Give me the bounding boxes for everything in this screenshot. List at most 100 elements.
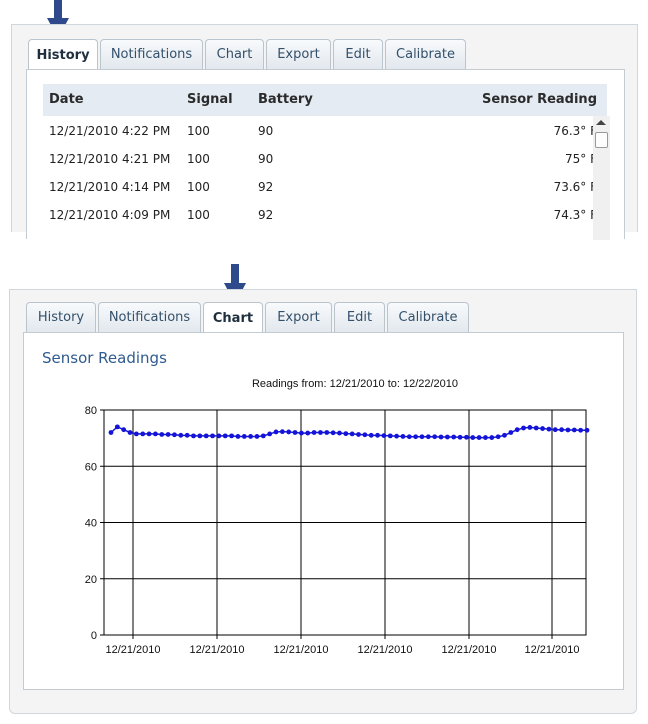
data-point xyxy=(400,434,406,439)
data-point xyxy=(457,434,463,440)
data-point xyxy=(343,431,349,437)
cell-sensor-reading: 73.6° F xyxy=(553,180,597,194)
data-point xyxy=(133,431,139,437)
data-point xyxy=(476,435,482,440)
x-tick-label: 12/21/2010 xyxy=(189,644,244,656)
data-point xyxy=(559,427,565,433)
data-point xyxy=(324,430,330,435)
chart-title: Readings from: 12/21/2010 to: 12/22/2010 xyxy=(252,378,458,390)
tab-bar: History Notifications Chart Export Edit … xyxy=(26,302,469,333)
history-content: Date Signal Battery Sensor Reading 12/21… xyxy=(26,69,625,240)
column-header-sensor-reading[interactable]: Sensor Reading xyxy=(482,92,597,107)
data-point xyxy=(235,434,241,439)
scroll-thumb[interactable] xyxy=(595,132,608,148)
tab-edit[interactable]: Edit xyxy=(333,39,383,69)
y-tick-label: 0 xyxy=(91,630,97,642)
cell-sensor-reading: 76.3° F xyxy=(553,124,597,138)
data-point xyxy=(578,427,584,433)
data-point xyxy=(394,433,399,439)
data-point xyxy=(159,432,165,437)
data-point xyxy=(286,429,292,435)
data-point xyxy=(451,434,457,440)
cell-battery: 92 xyxy=(258,180,274,194)
data-point xyxy=(153,431,158,437)
data-point xyxy=(514,427,520,433)
data-point xyxy=(318,430,323,435)
cell-battery: 90 xyxy=(258,124,274,138)
tab-chart[interactable]: Chart xyxy=(205,39,264,69)
data-point xyxy=(248,434,254,439)
cell-date: 12/21/2010 4:21 PM xyxy=(49,152,171,166)
tab-history[interactable]: History xyxy=(28,39,98,70)
cell-date: 12/21/2010 4:22 PM xyxy=(49,124,171,138)
data-point xyxy=(299,430,304,436)
x-tick-label: 12/21/2010 xyxy=(441,644,496,656)
x-tick-label: 12/21/2010 xyxy=(105,644,160,656)
data-point xyxy=(146,431,152,437)
tab-export[interactable]: Export xyxy=(265,302,332,332)
data-point xyxy=(464,434,469,440)
cell-date: 12/21/2010 4:14 PM xyxy=(49,180,171,194)
tab-bar: History Notifications Chart Export Edit … xyxy=(28,39,466,70)
data-point xyxy=(438,434,444,440)
data-point xyxy=(197,433,203,439)
cell-signal: 100 xyxy=(187,180,210,194)
data-point xyxy=(254,434,260,439)
cell-date: 12/21/2010 4:09 PM xyxy=(49,208,171,222)
data-point xyxy=(432,434,438,440)
column-header-signal[interactable]: Signal xyxy=(187,92,233,107)
tab-calibrate[interactable]: Calibrate xyxy=(387,302,469,332)
sensor-readings-chart: Readings from: 12/21/2010 to: 12/22/2010… xyxy=(85,378,590,656)
data-point xyxy=(413,434,419,440)
data-point xyxy=(406,434,412,440)
x-tick-label: 12/21/2010 xyxy=(357,644,412,656)
data-point xyxy=(216,433,222,439)
history-panel: History Notifications Chart Export Edit … xyxy=(11,24,638,240)
tab-edit[interactable]: Edit xyxy=(334,302,385,332)
tab-notifications[interactable]: Notifications xyxy=(100,39,203,69)
data-point xyxy=(108,430,114,435)
tab-calibrate[interactable]: Calibrate xyxy=(385,39,466,69)
tab-export[interactable]: Export xyxy=(266,39,331,69)
column-header-date[interactable]: Date xyxy=(49,92,84,107)
data-point xyxy=(267,431,273,437)
data-point xyxy=(552,427,558,433)
table-row: 12/21/2010 4:21 PM 100 90 75° F xyxy=(43,145,597,173)
data-point xyxy=(483,435,488,440)
chart-panel: History Notifications Chart Export Edit … xyxy=(9,289,637,714)
data-point xyxy=(172,432,177,438)
data-point xyxy=(140,431,146,437)
data-point xyxy=(241,434,247,439)
data-point xyxy=(533,425,539,431)
data-point xyxy=(311,430,317,435)
table-row: 12/21/2010 4:09 PM 100 92 74.3° F xyxy=(43,201,597,229)
tab-history[interactable]: History xyxy=(26,302,96,332)
table-row: 12/21/2010 4:22 PM 100 90 76.3° F xyxy=(43,117,597,145)
data-point xyxy=(191,433,196,439)
scroll-up-icon[interactable] xyxy=(596,120,606,125)
data-point xyxy=(571,427,577,433)
data-point xyxy=(546,426,552,432)
data-point xyxy=(121,427,127,433)
data-point xyxy=(210,433,215,439)
column-header-battery[interactable]: Battery xyxy=(258,92,313,107)
x-tick-label: 12/21/2010 xyxy=(524,644,579,656)
data-point xyxy=(375,432,380,438)
y-tick-label: 40 xyxy=(85,518,97,530)
data-point xyxy=(229,433,234,439)
data-point xyxy=(508,430,514,435)
chart-content: Sensor Readings Readings from: 12/21/201… xyxy=(23,332,624,690)
data-point xyxy=(419,434,425,440)
table-row: 12/21/2010 4:14 PM 100 92 73.6° F xyxy=(43,173,597,201)
tab-chart[interactable]: Chart xyxy=(203,302,263,333)
data-point xyxy=(356,432,361,437)
data-point xyxy=(260,433,266,439)
data-point xyxy=(184,432,190,438)
data-point xyxy=(349,431,355,437)
data-point xyxy=(114,424,120,430)
history-scrollbar[interactable] xyxy=(593,116,610,240)
tab-notifications[interactable]: Notifications xyxy=(98,302,201,332)
cell-signal: 100 xyxy=(187,152,210,166)
data-point xyxy=(425,434,431,440)
data-point xyxy=(584,427,590,433)
